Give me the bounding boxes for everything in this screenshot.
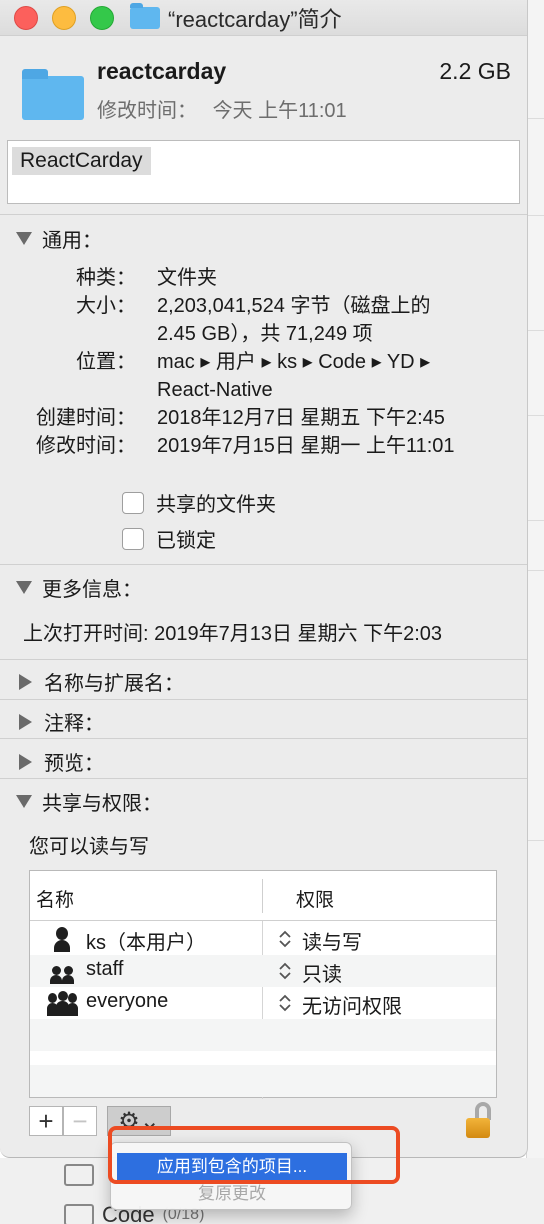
background-folder-row — [64, 1164, 94, 1186]
folder-icon — [64, 1204, 94, 1224]
remove-user-button[interactable]: − — [63, 1106, 97, 1136]
highlight-annotation — [108, 1126, 400, 1184]
sharing-summary: 您可以读与写 — [29, 836, 149, 858]
locked-checkbox[interactable]: 已锁定 — [122, 524, 216, 553]
header-modified: 修改时间： 今天 上午11:01 — [97, 94, 347, 123]
divider — [0, 659, 527, 660]
window-title: “reactcarday”简介 — [168, 6, 342, 32]
kind-value: 文件夹 — [157, 267, 217, 289]
item-size: 2.2 GB — [439, 58, 511, 84]
info-window: “reactcarday”简介 reactcarday 2.2 GB 修改时间：… — [0, 0, 528, 1158]
folder-icon — [22, 68, 84, 120]
modified-label: 修改时间： — [36, 435, 136, 457]
title-bar[interactable]: “reactcarday”简介 — [0, 0, 527, 36]
modified-value: 今天 上午11:01 — [212, 100, 347, 122]
disclosure-open-icon[interactable] — [16, 795, 32, 808]
popup-arrows-icon[interactable] — [278, 962, 292, 980]
table-row-empty — [30, 1065, 496, 1097]
section-sharing-header[interactable]: 共享与权限： — [16, 787, 162, 816]
close-button[interactable] — [14, 5, 38, 30]
name-field-value[interactable]: ReactCarday — [12, 147, 151, 175]
divider — [0, 738, 527, 739]
column-header-privilege[interactable]: 权限 — [296, 885, 334, 912]
single-user-icon — [46, 926, 78, 952]
divider — [0, 699, 527, 700]
shared-folder-checkbox[interactable]: 共享的文件夹 — [122, 488, 276, 517]
privilege-value[interactable]: 只读 — [302, 958, 342, 987]
created-label: 创建时间： — [36, 407, 136, 429]
checkbox-label: 共享的文件夹 — [156, 494, 276, 516]
add-user-button[interactable]: + — [29, 1106, 63, 1136]
user-name: staff — [86, 958, 124, 980]
background-window-edge — [526, 0, 544, 1224]
last-opened: 上次打开时间: 2019年7月13日 星期六 下午2:03 — [23, 623, 443, 645]
section-more-info-header[interactable]: 更多信息： — [16, 573, 142, 602]
privilege-value[interactable]: 无访问权限 — [302, 990, 402, 1019]
permissions-table: 名称 权限 ks（本用户） 读与写 staff 只读 everyone 无访问权… — [29, 870, 497, 1099]
divider — [0, 564, 527, 565]
checkbox[interactable] — [122, 527, 144, 550]
kind-label: 种类： — [76, 267, 136, 289]
table-row[interactable]: staff 只读 — [30, 955, 496, 987]
table-header: 名称 权限 — [30, 871, 496, 921]
general-details: 种类： 文件夹 大小： 2,203,041,524 字节（磁盘上的 2.45 G… — [0, 264, 527, 464]
checkbox[interactable] — [122, 491, 144, 514]
section-general-header[interactable]: 通用： — [16, 224, 102, 253]
divider — [0, 778, 527, 779]
divider — [0, 214, 527, 215]
disclosure-open-icon[interactable] — [16, 232, 32, 245]
section-name-extension-header[interactable]: 名称与扩展名： — [16, 667, 184, 696]
table-row-empty — [30, 1019, 496, 1051]
disclosure-closed-icon[interactable] — [19, 713, 32, 730]
user-name: ks（本用户） — [86, 932, 206, 954]
section-title: 共享与权限： — [42, 793, 162, 815]
name-field[interactable]: ReactCarday — [7, 140, 520, 204]
created-value: 2018年12月7日 星期五 下午2:45 — [157, 407, 445, 429]
size-value-line1: 2,203,041,524 字节（磁盘上的 — [157, 295, 431, 317]
checkbox-label: 已锁定 — [156, 530, 216, 552]
item-name: reactcarday — [97, 58, 227, 84]
section-title: 注释： — [44, 713, 104, 735]
section-title: 预览： — [44, 753, 104, 775]
minimize-button[interactable] — [52, 5, 76, 30]
where-value-line2: React-Native — [157, 379, 273, 401]
permission-buttons: + − — [29, 1106, 97, 1136]
table-row-empty — [30, 1051, 496, 1065]
privilege-value[interactable]: 读与写 — [302, 926, 362, 955]
column-divider[interactable] — [262, 879, 263, 913]
popup-arrows-icon[interactable] — [278, 994, 292, 1012]
table-row[interactable]: everyone 无访问权限 — [30, 987, 496, 1019]
disclosure-closed-icon[interactable] — [19, 753, 32, 770]
section-title: 更多信息： — [42, 579, 142, 601]
popup-arrows-icon[interactable] — [278, 930, 292, 948]
folder-icon — [130, 2, 160, 29]
section-comments-header[interactable]: 注释： — [16, 707, 104, 736]
section-title: 通用： — [42, 230, 102, 252]
section-preview-header[interactable]: 预览： — [16, 747, 104, 776]
lock-icon[interactable] — [466, 1102, 492, 1140]
user-name: everyone — [86, 990, 169, 1012]
where-value-line1: mac ▸ 用户 ▸ ks ▸ Code ▸ YD ▸ — [157, 351, 431, 373]
section-title: 名称与扩展名： — [44, 673, 184, 695]
folder-icon — [64, 1164, 94, 1186]
modified-label: 修改时间： — [97, 100, 197, 122]
size-label: 大小： — [76, 295, 136, 317]
zoom-button[interactable] — [90, 5, 114, 30]
column-header-name[interactable]: 名称 — [36, 885, 74, 912]
table-row[interactable]: ks（本用户） 读与写 — [30, 923, 496, 955]
where-label: 位置： — [76, 351, 136, 373]
group-icon — [46, 958, 78, 984]
disclosure-open-icon[interactable] — [16, 581, 32, 594]
disclosure-closed-icon[interactable] — [19, 673, 32, 690]
modified-value: 2019年7月15日 星期一 上午11:01 — [157, 435, 455, 457]
menu-item-revert-changes[interactable]: 复原更改 — [117, 1181, 347, 1207]
everyone-icon — [46, 990, 78, 1016]
size-value-line2: 2.45 GB），共 71,249 项 — [157, 323, 373, 345]
